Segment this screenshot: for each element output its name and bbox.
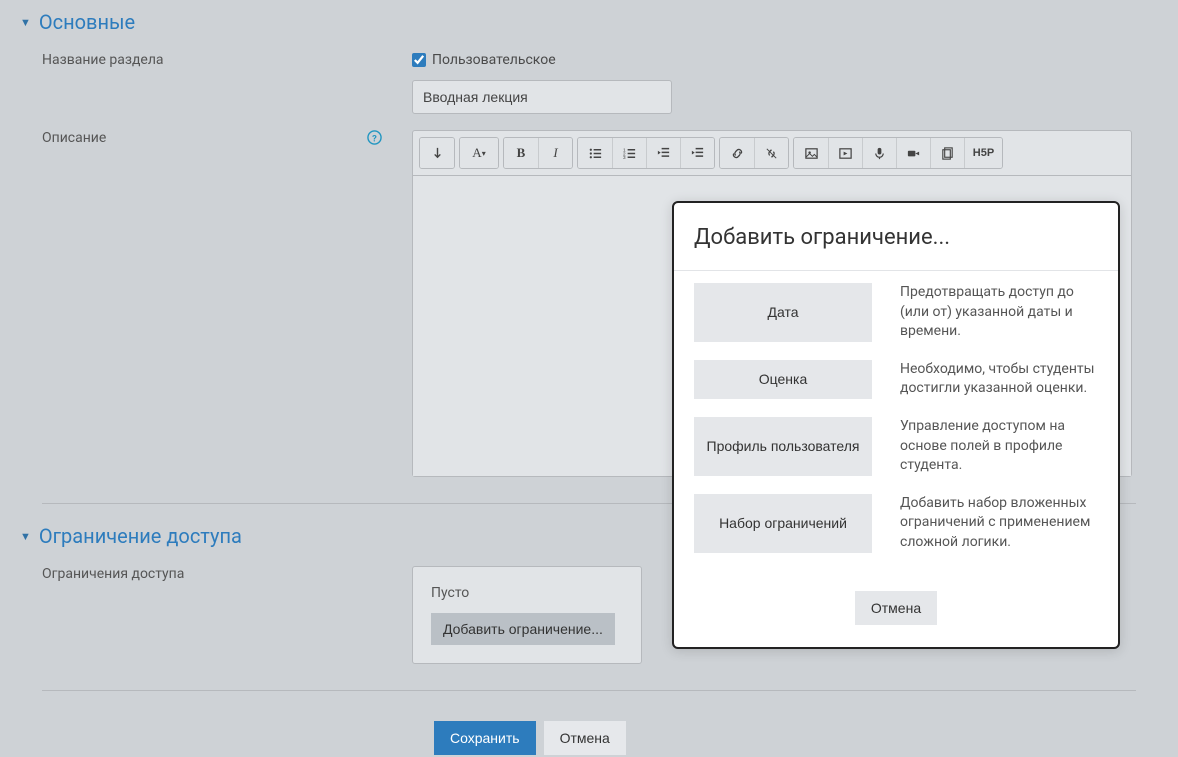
files-icon[interactable] xyxy=(930,138,964,168)
editor-toolbar: A▾ B I 123 xyxy=(413,131,1131,176)
unlink-icon[interactable] xyxy=(754,138,788,168)
modal-cancel-button[interactable]: Отмена xyxy=(855,591,937,625)
svg-text:3: 3 xyxy=(623,155,626,160)
restriction-option-set[interactable]: Набор ограничений xyxy=(694,494,872,553)
restriction-option-profile-desc: Управление доступом на основе полей в пр… xyxy=(900,417,1098,476)
chevron-down-icon: ▼ xyxy=(20,530,31,543)
label-section-name: Название раздела xyxy=(42,52,412,114)
section-name-input[interactable] xyxy=(412,80,672,114)
outdent-icon[interactable] xyxy=(646,138,680,168)
modal-title: Добавить ограничение... xyxy=(674,203,1118,271)
section-main-title: Основные xyxy=(39,10,135,34)
custom-name-checkbox[interactable] xyxy=(412,53,426,67)
label-restrictions: Ограничения доступа xyxy=(42,566,412,664)
save-button[interactable]: Сохранить xyxy=(434,721,536,755)
section-main-header[interactable]: ▼ Основные xyxy=(20,0,1158,44)
restriction-option-grade-desc: Необходимо, чтобы студенты достигли указ… xyxy=(900,360,1098,399)
cancel-button[interactable]: Отмена xyxy=(544,721,626,755)
label-description: Описание xyxy=(42,130,106,146)
restriction-option-date[interactable]: Дата xyxy=(694,283,872,342)
h5p-icon[interactable]: H5P xyxy=(964,138,1002,168)
video-icon[interactable] xyxy=(896,138,930,168)
restriction-option-date-desc: Предотвращать доступ до (или от) указанн… xyxy=(900,283,1098,342)
media-icon[interactable] xyxy=(828,138,862,168)
image-icon[interactable] xyxy=(794,138,828,168)
microphone-icon[interactable] xyxy=(862,138,896,168)
restriction-option-row: Набор ограничений Добавить набор вложенн… xyxy=(694,494,1098,553)
restriction-option-set-desc: Добавить набор вложенных ограничений с п… xyxy=(900,494,1098,553)
restriction-box: Пусто Добавить ограничение... xyxy=(412,566,642,664)
restriction-option-row: Дата Предотвращать доступ до (или от) ук… xyxy=(694,283,1098,342)
restriction-option-row: Профиль пользователя Управление доступом… xyxy=(694,417,1098,476)
restriction-empty-text: Пусто xyxy=(431,585,623,601)
numbered-list-icon[interactable]: 123 xyxy=(612,138,646,168)
chevron-down-icon: ▼ xyxy=(20,16,31,29)
font-picker-icon[interactable]: A▾ xyxy=(460,138,498,168)
svg-text:?: ? xyxy=(372,133,377,144)
restriction-option-profile[interactable]: Профиль пользователя xyxy=(694,417,872,476)
bold-icon[interactable]: B xyxy=(504,138,538,168)
restriction-option-row: Оценка Необходимо, чтобы студенты достиг… xyxy=(694,360,1098,399)
help-icon[interactable]: ? xyxy=(367,130,382,149)
add-restriction-modal: Добавить ограничение... Дата Предотвраща… xyxy=(672,201,1120,649)
custom-name-checkbox-label: Пользовательское xyxy=(432,52,556,68)
custom-name-checkbox-wrap[interactable]: Пользовательское xyxy=(412,52,1158,68)
restriction-option-grade[interactable]: Оценка xyxy=(694,360,872,399)
add-restriction-button[interactable]: Добавить ограничение... xyxy=(431,613,615,645)
divider xyxy=(42,690,1136,691)
link-icon[interactable] xyxy=(720,138,754,168)
bullet-list-icon[interactable] xyxy=(578,138,612,168)
section-restrict-title: Ограничение доступа xyxy=(39,524,242,548)
toolbar-more-icon[interactable] xyxy=(420,138,454,168)
italic-icon[interactable]: I xyxy=(538,138,572,168)
indent-icon[interactable] xyxy=(680,138,714,168)
